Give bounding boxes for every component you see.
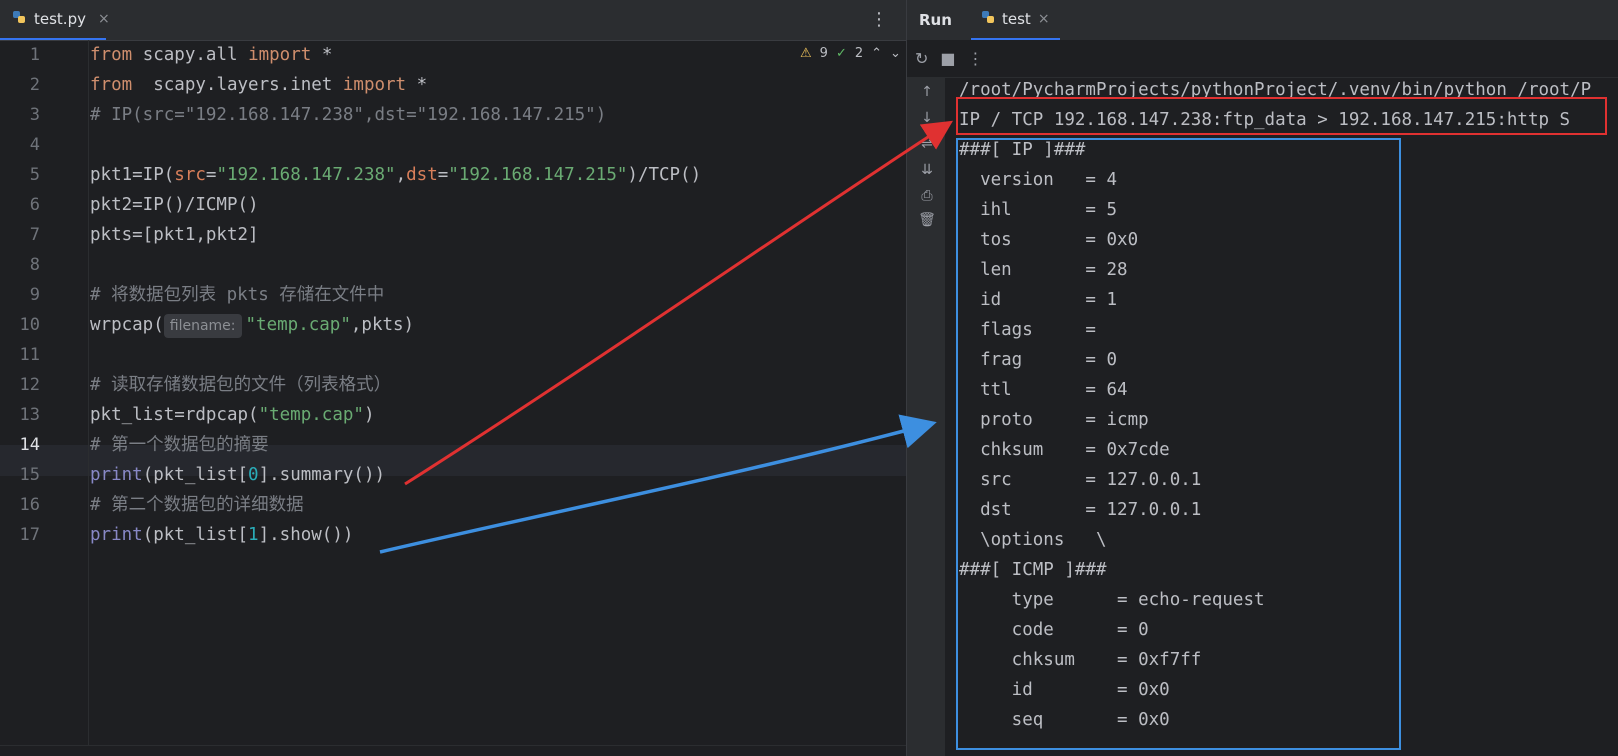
- blue-arrow: [379, 414, 937, 554]
- red-arrow: [404, 120, 954, 486]
- annotation-arrows: [379, 120, 954, 554]
